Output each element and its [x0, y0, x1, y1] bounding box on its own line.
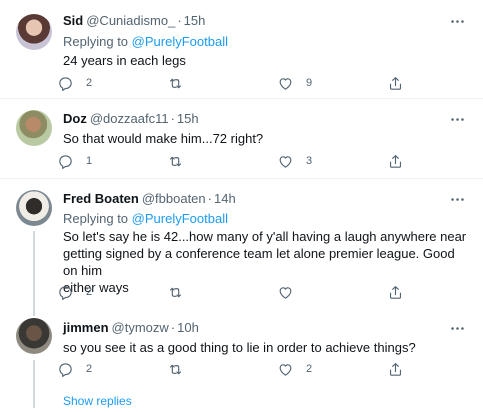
- share-icon: [387, 284, 404, 301]
- tweet-header: jimmen @tymozw · 10h: [63, 319, 467, 337]
- thread-line: [33, 231, 35, 316]
- separator: ·: [170, 320, 176, 335]
- avatar[interactable]: [16, 318, 52, 354]
- tweet-header: Sid @Cuniadismo_ · 15h: [63, 12, 467, 30]
- share-button[interactable]: [387, 360, 404, 378]
- tweet[interactable]: Sid @Cuniadismo_ · 15h Replying to @PurelyF…: [0, 0, 483, 99]
- replying-to: Replying to @PurelyFootball: [63, 210, 467, 227]
- share-icon: [387, 75, 404, 92]
- separator: ·: [207, 191, 212, 206]
- tweet-text: So that would make him...72 right?: [63, 131, 264, 146]
- reply-icon: [57, 75, 74, 92]
- more-icon[interactable]: [447, 189, 467, 209]
- tweet-text: so you see it as a good thing to lie in …: [63, 340, 416, 355]
- retweet-icon: [167, 361, 184, 378]
- reply-button[interactable]: 2: [57, 283, 92, 301]
- share-icon: [387, 153, 404, 170]
- reply-button[interactable]: 2: [57, 74, 92, 92]
- timestamp[interactable]: 15h: [184, 13, 206, 28]
- timestamp[interactable]: 14h: [214, 191, 236, 206]
- like-icon: [277, 361, 294, 378]
- reply-icon: [57, 153, 74, 170]
- more-icon[interactable]: [447, 109, 467, 129]
- show-replies-link[interactable]: Show replies: [63, 394, 132, 408]
- author-name[interactable]: Sid: [63, 13, 83, 28]
- author-name[interactable]: Doz: [63, 111, 87, 126]
- retweet-icon: [167, 284, 184, 301]
- retweet-icon: [167, 75, 184, 92]
- retweet-icon: [167, 153, 184, 170]
- mention-link[interactable]: @PurelyFootball: [132, 211, 228, 226]
- retweet-button[interactable]: [167, 74, 196, 92]
- timestamp[interactable]: 10h: [177, 320, 199, 335]
- reply-count: 2: [86, 286, 93, 298]
- retweet-button[interactable]: [167, 283, 196, 301]
- replying-prefix: Replying to: [63, 211, 129, 226]
- tweet-header: Doz @dozzaafc11 · 15h: [63, 110, 467, 128]
- share-icon: [387, 361, 404, 378]
- avatar[interactable]: [16, 190, 52, 226]
- more-icon[interactable]: [447, 11, 467, 31]
- tweet-text-line: So let's say he is 42...how many of y'al…: [63, 229, 467, 244]
- tweet-text-line: getting signed by a conference team let …: [63, 246, 455, 278]
- like-button[interactable]: 3: [277, 152, 312, 170]
- replying-to: Replying to @PurelyFootball: [63, 33, 467, 50]
- more-icon[interactable]: [447, 318, 467, 338]
- author-handle[interactable]: @Cuniadismo_: [86, 13, 175, 28]
- author-handle[interactable]: @tymozw: [112, 320, 169, 335]
- author-handle[interactable]: @dozzaafc11: [90, 111, 169, 126]
- avatar[interactable]: [16, 14, 52, 50]
- reply-count: 2: [86, 77, 93, 89]
- share-button[interactable]: [387, 152, 404, 170]
- author-name[interactable]: Fred Boaten: [63, 191, 139, 206]
- replying-prefix: Replying to: [63, 34, 129, 49]
- author-name[interactable]: jimmen: [63, 320, 109, 335]
- tweet-text: 24 years in each legs: [63, 53, 186, 68]
- like-icon: [277, 75, 294, 92]
- like-count: 9: [306, 77, 313, 89]
- tweet[interactable]: Fred Boaten @fbboaten · 14h Replying to @Pu…: [0, 179, 483, 316]
- reply-icon: [57, 284, 74, 301]
- like-count: 3: [306, 155, 313, 167]
- like-count: 2: [306, 363, 313, 375]
- tweet-header: Fred Boaten @fbboaten · 14h: [63, 190, 467, 208]
- separator: ·: [170, 111, 175, 126]
- reply-count: 2: [86, 363, 93, 375]
- timestamp[interactable]: 15h: [177, 111, 199, 126]
- share-button[interactable]: [387, 74, 404, 92]
- avatar[interactable]: [16, 110, 52, 146]
- like-button[interactable]: 9: [277, 74, 312, 92]
- author-handle[interactable]: @fbboaten: [142, 191, 206, 206]
- retweet-button[interactable]: [167, 152, 196, 170]
- share-button[interactable]: [387, 283, 404, 301]
- like-icon: [277, 284, 294, 301]
- thread-line: [33, 360, 35, 408]
- like-icon: [277, 153, 294, 170]
- reply-icon: [57, 361, 74, 378]
- like-button[interactable]: 2: [277, 360, 312, 378]
- reply-button[interactable]: 2: [57, 360, 92, 378]
- separator: ·: [177, 13, 182, 28]
- reply-count: 1: [86, 155, 93, 167]
- retweet-button[interactable]: [167, 360, 196, 378]
- like-button[interactable]: [277, 283, 306, 301]
- reply-button[interactable]: 1: [57, 152, 92, 170]
- mention-link[interactable]: @PurelyFootball: [132, 34, 228, 49]
- tweet[interactable]: Doz @dozzaafc11 · 15h So that would make hi…: [0, 99, 483, 179]
